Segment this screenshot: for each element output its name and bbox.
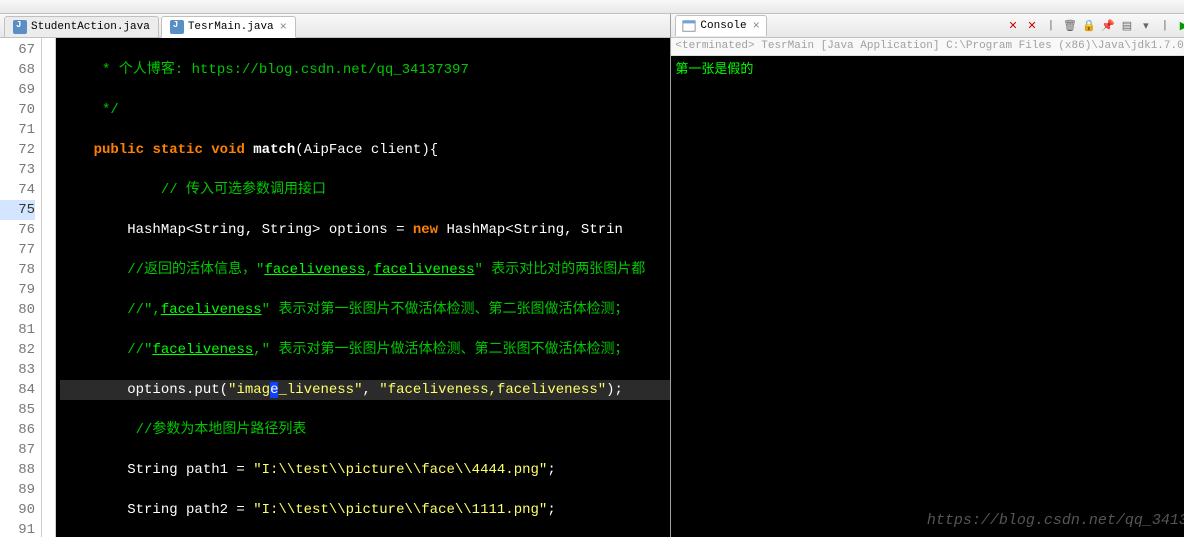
- editor-tabs: StudentAction.java TesrMain.java ×: [0, 14, 670, 38]
- line-numbers: 67 68 69 70 71 72 73 74 75 76 77 78 79 8…: [0, 38, 42, 537]
- terminate-icon[interactable]: ▶: [1176, 18, 1184, 34]
- watermark: https://blog.csdn.net/qq_34137397: [927, 512, 1184, 529]
- tab-label: TesrMain.java: [188, 21, 274, 33]
- editor-body[interactable]: 67 68 69 70 71 72 73 74 75 76 77 78 79 8…: [0, 38, 670, 537]
- console-pane: Console × ✕ ✕ | 🗑 🔒 📌 ▤ ▾ | ▶ ▭ ▢ <termi…: [671, 14, 1184, 537]
- java-file-icon: [13, 20, 27, 34]
- console-tab-label: Console: [700, 20, 746, 32]
- tab-tesrmain[interactable]: TesrMain.java ×: [161, 16, 296, 38]
- tab-studentaction[interactable]: StudentAction.java: [4, 16, 159, 37]
- display-icon[interactable]: ▤: [1119, 18, 1135, 34]
- console-toolbar: Console × ✕ ✕ | 🗑 🔒 📌 ▤ ▾ | ▶ ▭ ▢: [671, 14, 1184, 38]
- console-output[interactable]: 第一张是假的 https://blog.csdn.net/qq_34137397: [671, 56, 1184, 537]
- divider: |: [1043, 18, 1059, 34]
- console-line: 第一张是假的: [675, 62, 753, 77]
- code-area[interactable]: * 个人博客: https://blog.csdn.net/qq_3413739…: [56, 38, 670, 537]
- clear-icon[interactable]: 🗑: [1062, 18, 1078, 34]
- close-icon[interactable]: ×: [280, 20, 287, 34]
- console-icon: [682, 19, 696, 33]
- scroll-lock-icon[interactable]: 🔒: [1081, 18, 1097, 34]
- annotation-ruler: [42, 38, 56, 537]
- top-toolbar: [0, 0, 1184, 14]
- console-status: <terminated> TesrMain [Java Application]…: [671, 38, 1184, 56]
- tab-label: StudentAction.java: [31, 21, 150, 33]
- editor-pane: StudentAction.java TesrMain.java × 67 68…: [0, 14, 671, 537]
- close-icon[interactable]: ×: [753, 19, 760, 33]
- java-file-icon: [170, 20, 184, 34]
- remove-all-icon[interactable]: ✕: [1024, 18, 1040, 34]
- pin-icon[interactable]: 📌: [1100, 18, 1116, 34]
- open-console-icon[interactable]: ▾: [1138, 18, 1154, 34]
- remove-launch-icon[interactable]: ✕: [1005, 18, 1021, 34]
- divider: |: [1157, 18, 1173, 34]
- tab-console[interactable]: Console ×: [675, 15, 766, 36]
